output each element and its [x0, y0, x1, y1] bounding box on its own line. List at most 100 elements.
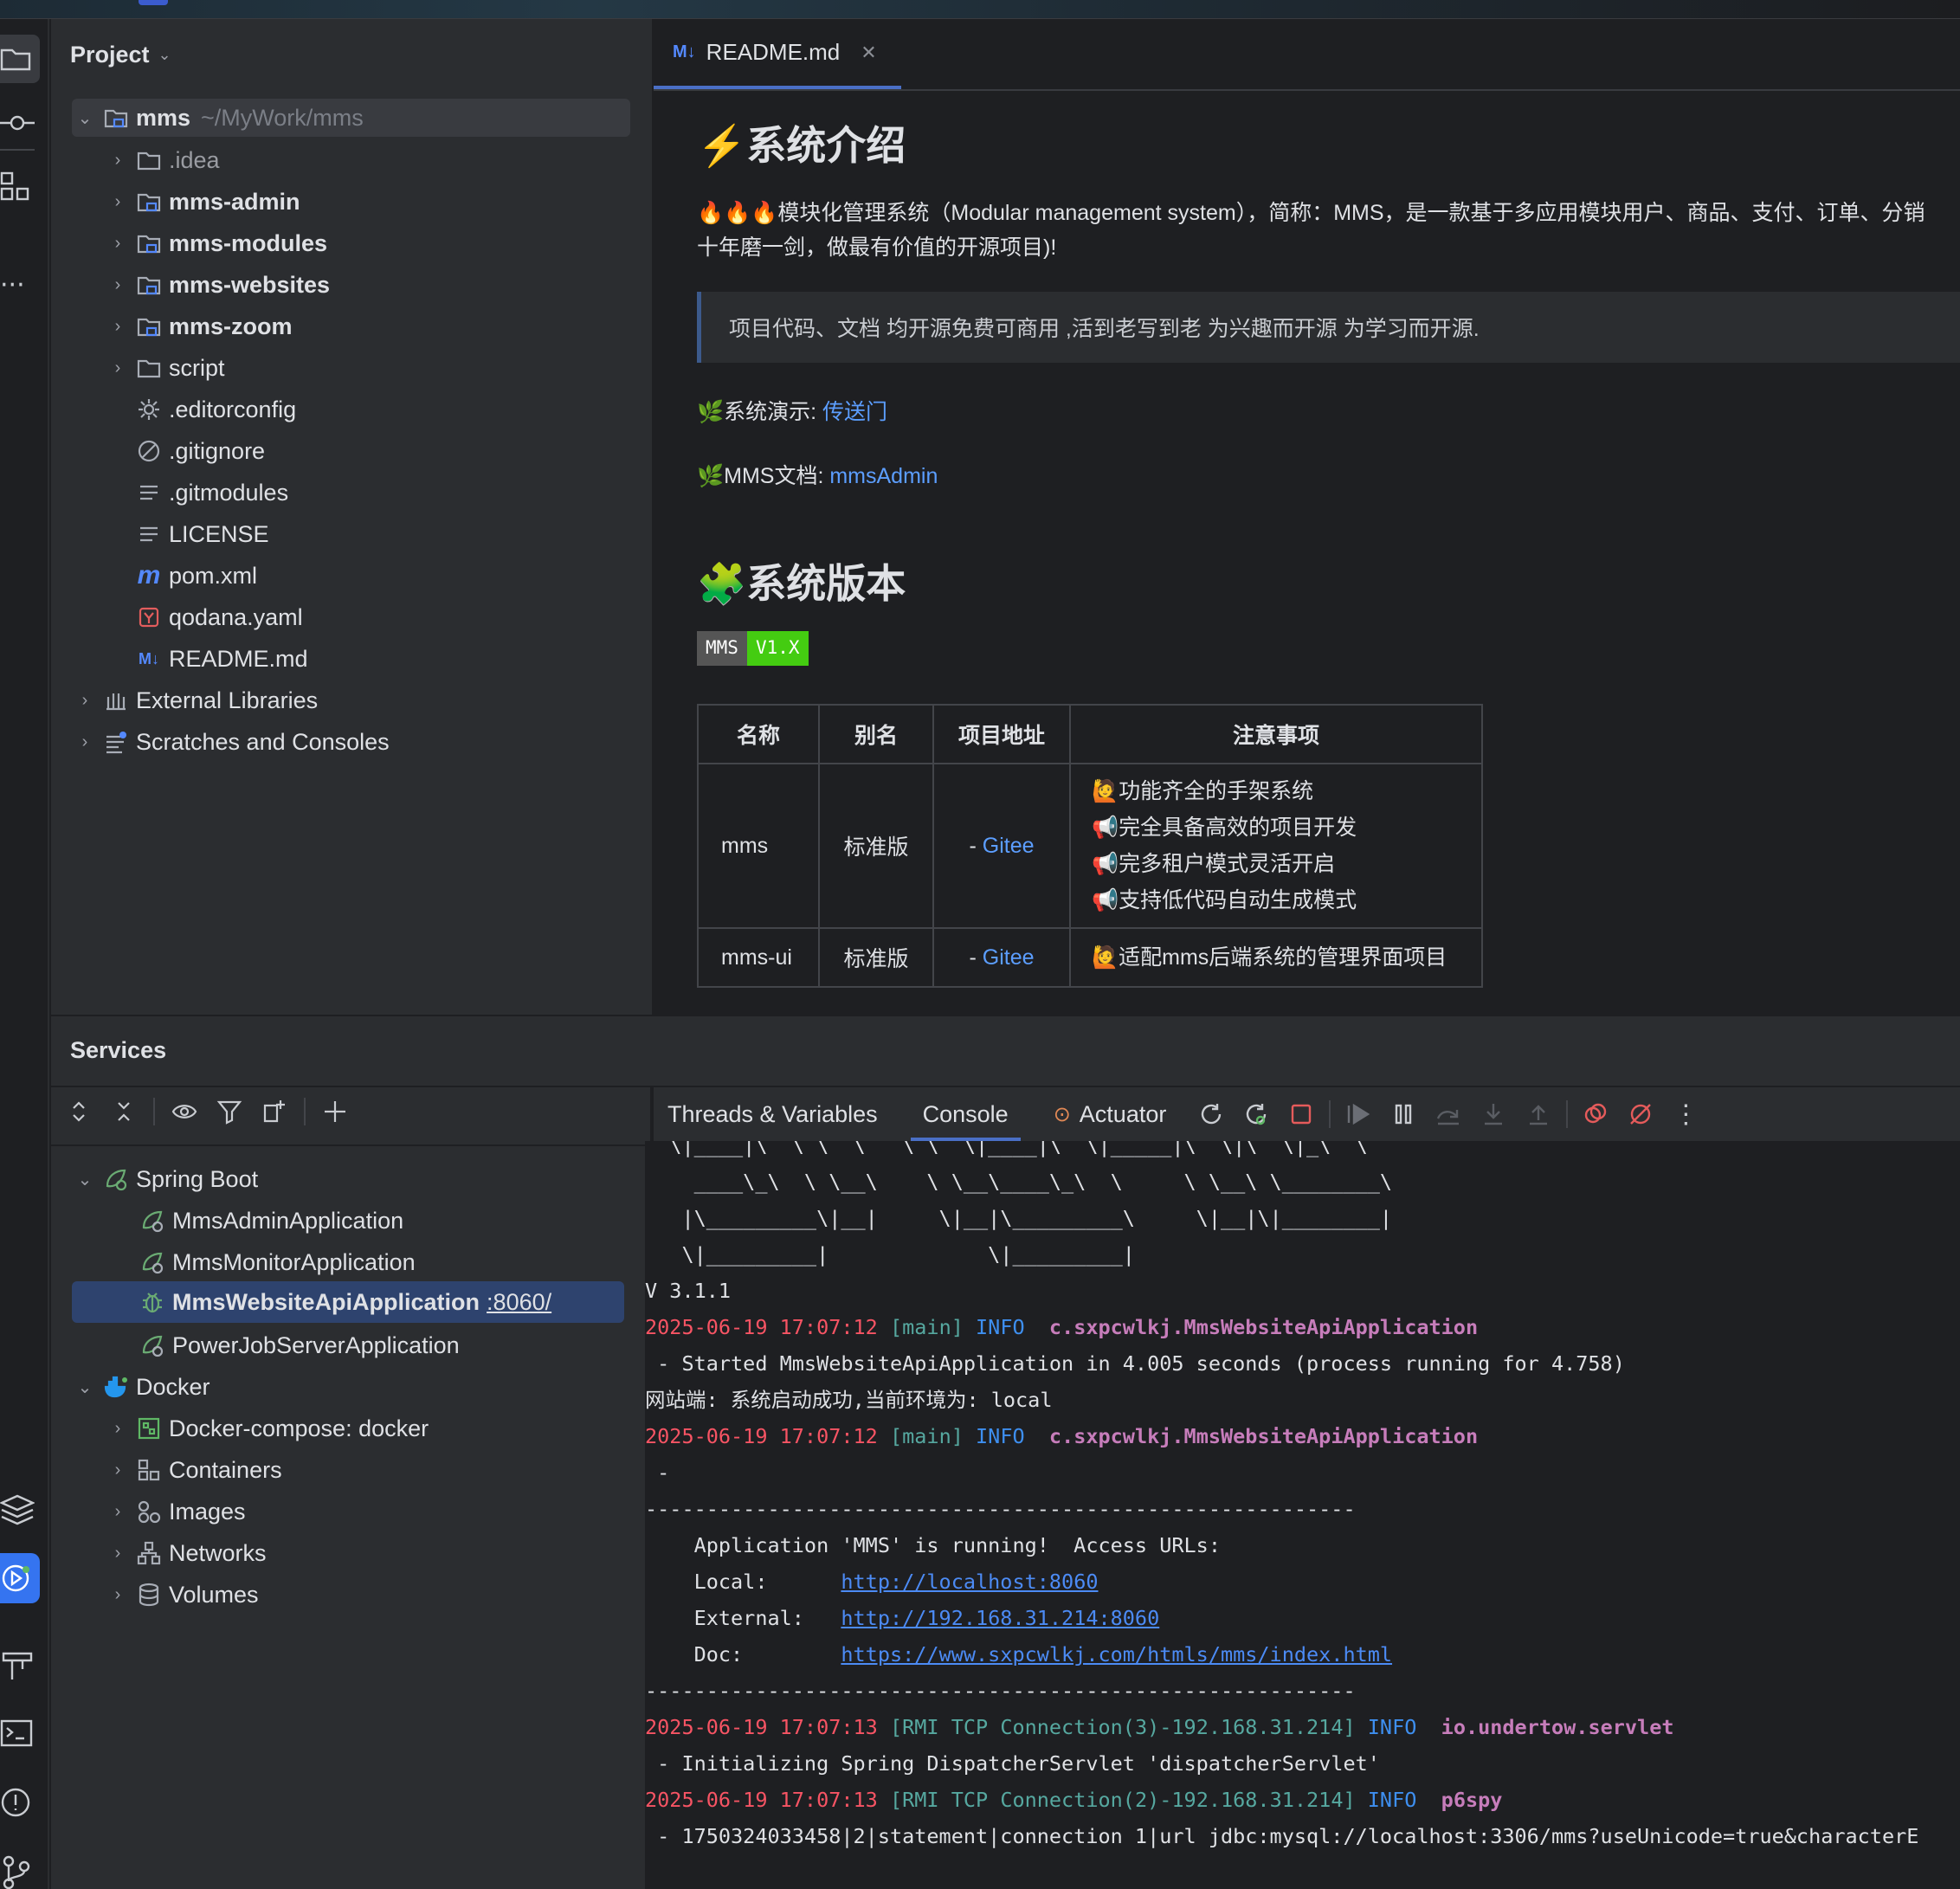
expand-all-icon[interactable] [63, 1096, 94, 1127]
tree-item-app-selected[interactable]: MmsWebsiteApiApplication :8060/ [72, 1281, 624, 1323]
step-out-icon[interactable] [1523, 1099, 1554, 1130]
chevron-right-icon[interactable]: › [75, 691, 94, 710]
more-tools-icon[interactable]: ··· [0, 273, 42, 326]
tree-item-images[interactable]: › Images [108, 1493, 246, 1531]
build-icon[interactable] [0, 1647, 42, 1695]
tree-item-mms-modules[interactable]: › mms-modules [108, 224, 327, 262]
project-view-selector[interactable]: Project ⌄ [70, 42, 171, 68]
close-icon[interactable]: ✕ [861, 42, 876, 64]
chevron-right-icon[interactable]: › [108, 1460, 127, 1480]
step-over-icon[interactable] [1433, 1099, 1464, 1130]
problems-icon[interactable] [0, 1785, 42, 1834]
tree-item-qodana[interactable]: qodana.yaml [136, 598, 303, 636]
doc-link[interactable]: mmsAdmin [829, 464, 938, 488]
step-into-icon[interactable] [1478, 1099, 1509, 1130]
chevron-right-icon[interactable]: › [108, 275, 127, 294]
tree-item-mms-zoom[interactable]: › mms-zoom [108, 307, 293, 345]
filter-icon[interactable] [214, 1096, 245, 1127]
pause-icon[interactable] [1388, 1099, 1419, 1130]
layers-icon[interactable] [0, 1491, 42, 1539]
eye-icon[interactable] [169, 1096, 200, 1127]
tree-item-mms-websites[interactable]: › mms-websites [108, 266, 330, 304]
demo-label: 🌿系统演示: [697, 400, 823, 424]
chevron-right-icon[interactable]: › [75, 732, 94, 751]
tree-item-gitmodules[interactable]: .gitmodules [136, 474, 288, 512]
chevron-right-icon[interactable]: › [108, 1502, 127, 1521]
markdown-icon: M↓ [139, 649, 159, 667]
tree-item-app[interactable]: PowerJobServerApplication [139, 1326, 460, 1364]
local-url-link[interactable]: http://localhost:8060 [841, 1570, 1098, 1594]
external-url-link[interactable]: http://192.168.31.214:8060 [841, 1606, 1159, 1630]
rerun-debug-icon[interactable] [1241, 1099, 1272, 1130]
gear-icon [136, 396, 162, 422]
strip-divider [0, 149, 35, 151]
chevron-right-icon[interactable]: › [108, 234, 127, 253]
markdown-icon: M↓ [673, 42, 696, 61]
new-tab-icon[interactable] [259, 1096, 290, 1127]
tree-item-license[interactable]: LICENSE [136, 515, 269, 553]
tree-item-scratches[interactable]: › Scratches and Consoles [75, 723, 390, 761]
tree-item-docker[interactable]: ⌄ Docker [75, 1368, 210, 1406]
tab-threads-variables[interactable]: Threads & Variables [645, 1087, 900, 1141]
gitee-link[interactable]: Gitee [983, 834, 1035, 858]
demo-link[interactable]: 传送门 [822, 400, 887, 424]
terminal-icon[interactable] [0, 1716, 42, 1764]
collapse-all-icon[interactable] [108, 1096, 139, 1127]
tree-item-mms-admin[interactable]: › mms-admin [108, 183, 300, 221]
tree-item-idea[interactable]: › .idea [108, 141, 220, 179]
heading-version: 🧩系统版本 [697, 561, 906, 606]
mute-breakpoints-icon[interactable] [1625, 1099, 1656, 1130]
resume-icon[interactable] [1343, 1099, 1374, 1130]
project-folder-icon[interactable] [0, 35, 40, 83]
tree-item-volumes[interactable]: › Volumes [108, 1576, 259, 1614]
add-icon[interactable] [319, 1096, 351, 1127]
tab-readme[interactable]: M↓ README.md ✕ [654, 19, 901, 90]
tree-item-spring-boot[interactable]: ⌄ Spring Boot [75, 1160, 258, 1198]
tree-item-gitignore[interactable]: .gitignore [136, 432, 265, 470]
console-output[interactable]: \|____|\ \ \ \ \ \ \|____|\ \|_____|\ \|… [645, 1141, 1960, 1889]
tree-item-docker-compose[interactable]: › Docker-compose: docker [108, 1409, 429, 1447]
tree-item-external-libraries[interactable]: › External Libraries [75, 681, 318, 719]
chevron-right-icon[interactable]: › [108, 1419, 127, 1438]
tree-item-pom[interactable]: m pom.xml [136, 557, 257, 595]
chevron-right-icon[interactable]: › [108, 1585, 127, 1604]
chevron-down-icon[interactable]: ⌄ [75, 108, 94, 128]
log-timestamp: 2025-06-19 17:07:12 [645, 1424, 878, 1448]
chevron-right-icon[interactable]: › [108, 1544, 127, 1563]
tree-item-script[interactable]: › script [108, 349, 225, 387]
tree-item-app[interactable]: MmsAdminApplication [139, 1202, 403, 1240]
chevron-right-icon[interactable]: › [108, 151, 127, 170]
tree-item-label: Containers [169, 1456, 282, 1483]
blockquote-text: 项目代码、文档 均开源免费可商用 ,活到老写到老 为兴趣而开源 为学习而开源. [729, 317, 1480, 341]
view-breakpoints-icon[interactable] [1580, 1099, 1611, 1130]
chevron-right-icon[interactable]: › [108, 192, 127, 211]
tree-item-label: .gitmodules [169, 479, 289, 506]
tree-item-mms[interactable]: ⌄ mms ~/MyWork/mms [72, 99, 630, 137]
tree-item-readme[interactable]: M↓ README.md [136, 640, 308, 678]
tab-console[interactable]: Console [900, 1087, 1031, 1141]
more-options-icon[interactable]: ⋮ [1670, 1099, 1701, 1130]
chevron-down-icon[interactable]: ⌄ [75, 1377, 94, 1397]
structure-icon[interactable] [0, 168, 42, 216]
tree-item-networks[interactable]: › Networks [108, 1534, 267, 1572]
stop-icon[interactable] [1286, 1099, 1317, 1130]
git-icon[interactable] [0, 1854, 42, 1889]
chevron-right-icon[interactable]: › [108, 358, 127, 377]
gitee-link[interactable]: Gitee [983, 945, 1035, 970]
module-folder-icon [136, 272, 162, 298]
doc-url-link[interactable]: https://www.sxpcwlkj.com/htmls/mms/index… [841, 1642, 1392, 1667]
toolbar-separator [1566, 1100, 1569, 1128]
tree-item-containers[interactable]: › Containers [108, 1451, 282, 1489]
port-link[interactable]: :8060/ [487, 1289, 551, 1316]
tree-item-editorconfig[interactable]: .editorconfig [136, 390, 296, 429]
services-icon[interactable] [0, 1553, 40, 1603]
badge-left: MMS [697, 631, 747, 666]
tab-actuator[interactable]: ⊙ Actuator [1031, 1087, 1190, 1141]
tree-item-app[interactable]: MmsMonitorApplication [139, 1243, 416, 1281]
rerun-icon[interactable] [1196, 1099, 1227, 1130]
log-timestamp: 2025-06-19 17:07:13 [645, 1715, 878, 1739]
tab-label: Threads & Variables [667, 1100, 878, 1127]
chevron-right-icon[interactable]: › [108, 317, 127, 336]
commit-icon[interactable] [0, 106, 42, 154]
chevron-down-icon[interactable]: ⌄ [75, 1170, 94, 1189]
